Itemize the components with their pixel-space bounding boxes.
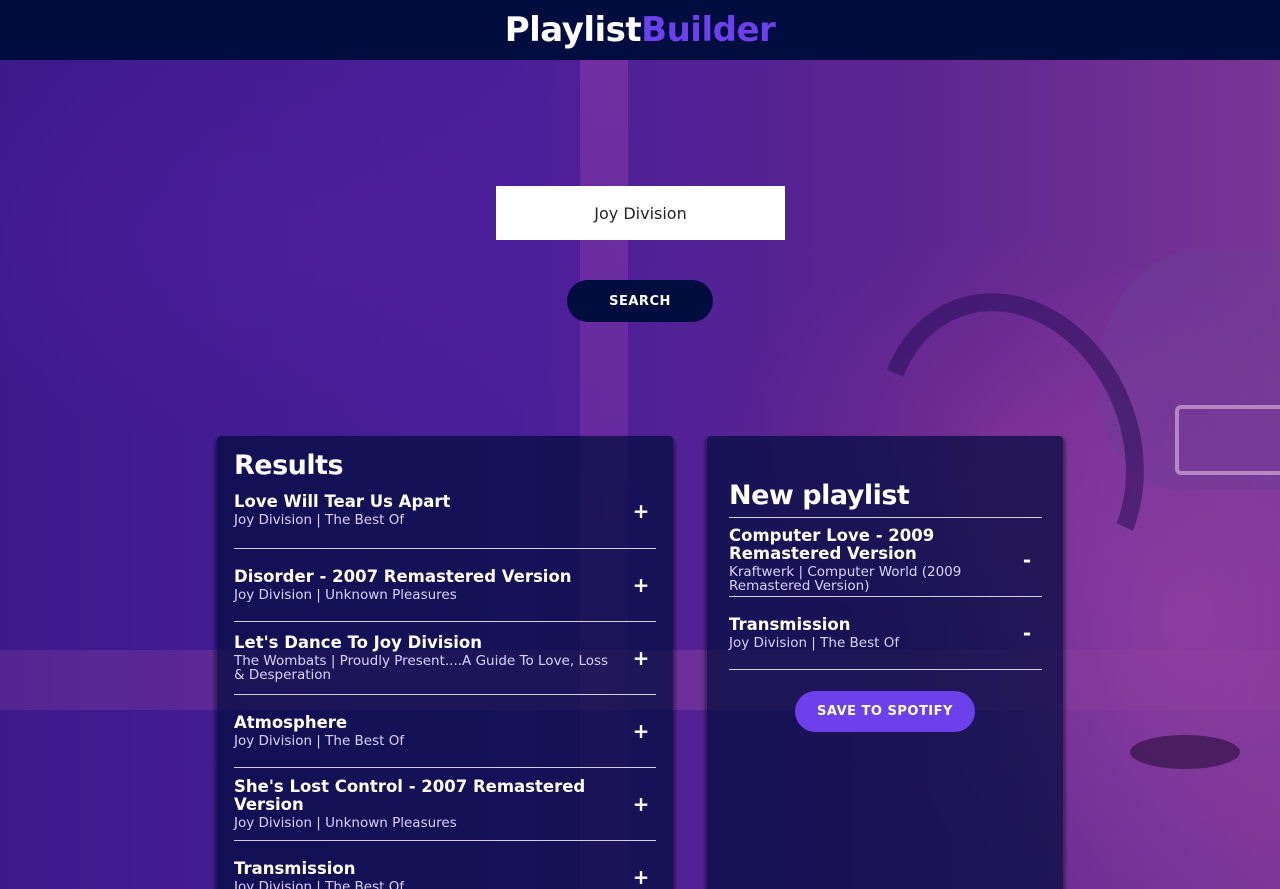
track-info: Love Will Tear Us Apart Joy Division | T… xyxy=(234,492,626,528)
track-info: She's Lost Control - 2007 Remastered Ver… xyxy=(234,777,626,831)
track-meta: Joy Division | Unknown Pleasures xyxy=(234,587,457,603)
track-info: Atmosphere Joy Division | The Best Of xyxy=(234,713,626,749)
results-panel: Results Love Will Tear Us Apart Joy Divi… xyxy=(217,436,673,889)
track-name: Let's Dance To Joy Division xyxy=(234,633,482,652)
result-track: Atmosphere Joy Division | The Best Of + xyxy=(234,695,656,768)
add-track-button[interactable]: + xyxy=(626,865,656,889)
playlist-track: Computer Love - 2009 Remastered Version … xyxy=(729,524,1042,597)
track-info: Let's Dance To Joy Division The Wombats … xyxy=(234,633,626,683)
track-info: Disorder - 2007 Remastered Version Joy D… xyxy=(234,567,626,603)
add-track-button[interactable]: + xyxy=(626,573,656,597)
track-name: Love Will Tear Us Apart xyxy=(234,492,451,511)
add-track-button[interactable]: + xyxy=(626,646,656,670)
add-track-button[interactable]: + xyxy=(626,792,656,816)
remove-track-button[interactable]: - xyxy=(1012,548,1042,572)
playlist-title[interactable]: New playlist xyxy=(729,480,1042,518)
track-info: Transmission Joy Division | The Best Of xyxy=(729,615,1012,651)
background-cap-strap xyxy=(1175,405,1280,475)
track-meta: Joy Division | The Best Of xyxy=(234,733,405,749)
track-info: Transmission Joy Division | The Best Of xyxy=(234,860,626,889)
app-logo: PlaylistBuilder xyxy=(505,10,776,50)
add-track-button[interactable]: + xyxy=(626,719,656,743)
track-meta: Joy Division | The Best Of xyxy=(234,879,405,889)
result-track: Let's Dance To Joy Division The Wombats … xyxy=(234,622,656,695)
track-name: Disorder - 2007 Remastered Version xyxy=(234,567,572,586)
track-info: Computer Love - 2009 Remastered Version … xyxy=(729,526,1012,594)
track-name: Computer Love - 2009 Remastered Version xyxy=(729,526,935,563)
add-track-button[interactable]: + xyxy=(626,499,656,523)
track-name: Transmission xyxy=(234,859,356,878)
result-track: Disorder - 2007 Remastered Version Joy D… xyxy=(234,549,656,622)
track-name: She's Lost Control - 2007 Remastered Ver… xyxy=(234,777,586,814)
app-header: PlaylistBuilder xyxy=(0,0,1280,60)
track-name: Transmission xyxy=(729,615,851,634)
playlist-panel: New playlist Computer Love - 2009 Remast… xyxy=(707,436,1063,889)
search-button[interactable]: SEARCH xyxy=(567,280,713,322)
search-input[interactable] xyxy=(496,186,785,240)
result-track: She's Lost Control - 2007 Remastered Ver… xyxy=(234,768,656,841)
results-title: Results xyxy=(234,450,344,481)
playlist-track: Transmission Joy Division | The Best Of … xyxy=(729,597,1042,670)
track-meta: Joy Division | The Best Of xyxy=(729,635,900,651)
track-meta: Joy Division | The Best Of xyxy=(234,512,405,528)
background-eye xyxy=(1130,735,1240,769)
save-to-spotify-button[interactable]: SAVE TO SPOTIFY xyxy=(795,691,975,732)
remove-track-button[interactable]: - xyxy=(1012,621,1042,645)
track-meta: The Wombats | Proudly Present....A Guide… xyxy=(234,653,609,683)
logo-part-playlist: Playlist xyxy=(504,10,642,50)
track-meta: Joy Division | Unknown Pleasures xyxy=(234,815,457,831)
result-track: Transmission Joy Division | The Best Of … xyxy=(234,841,656,889)
logo-part-builder: Builder xyxy=(641,10,776,50)
track-meta: Kraftwerk | Computer World (2009 Remaste… xyxy=(729,564,962,594)
track-name: Atmosphere xyxy=(234,713,348,732)
result-track: Love Will Tear Us Apart Joy Division | T… xyxy=(234,493,656,549)
